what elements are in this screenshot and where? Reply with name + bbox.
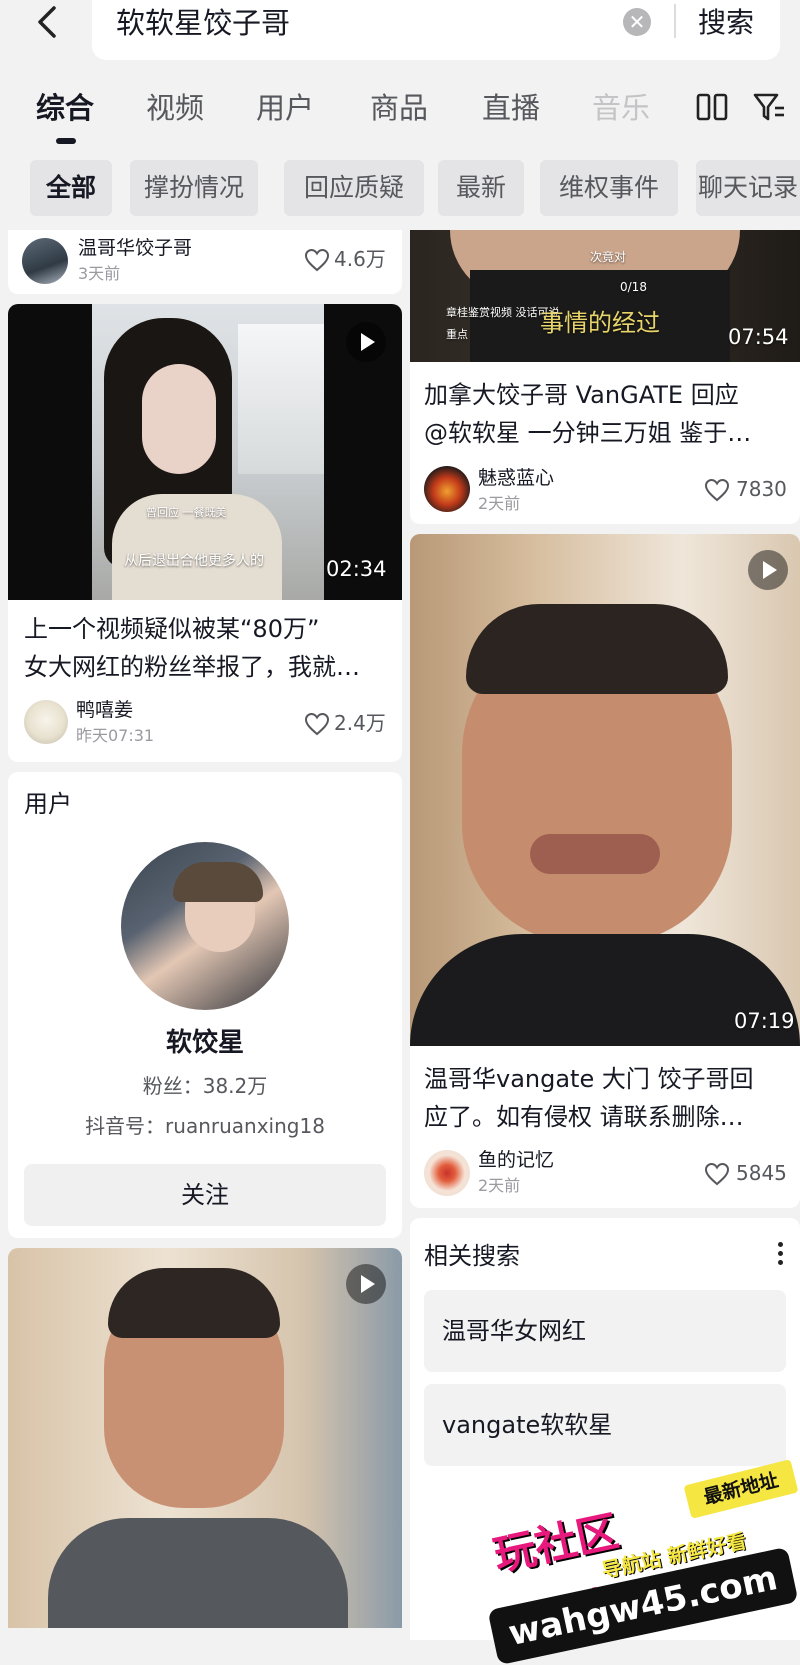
chip-1[interactable]: 回应质疑	[284, 160, 424, 216]
more-dots-icon[interactable]	[778, 1242, 783, 1269]
video-overlay-text: 事情的经过	[540, 309, 660, 337]
grid-view-icon[interactable]	[696, 92, 728, 122]
video-card[interactable]: 07:19 温哥华vangate 大门 饺子哥回 应了。如有侵权 请联系删除… …	[410, 534, 800, 1208]
search-button[interactable]: 搜索	[698, 2, 754, 44]
fans-count: 粉丝：38.2万	[142, 1074, 268, 1098]
chip-latest[interactable]: 最新	[438, 160, 524, 216]
video-thumbnail[interactable]	[8, 1248, 402, 1628]
video-title[interactable]: 加拿大饺子哥 VanGATE 回应	[424, 376, 739, 414]
like-count: 2.4万	[334, 711, 386, 735]
chip-2[interactable]: 维权事件	[540, 160, 678, 216]
video-title[interactable]: 应了。如有侵权 请联系删除…	[424, 1098, 744, 1136]
tab-live[interactable]: 直播	[482, 88, 540, 128]
section-label: 用户	[24, 790, 72, 818]
clear-icon[interactable]: ✕	[623, 8, 651, 36]
tab-goods[interactable]: 商品	[370, 88, 428, 128]
author-name[interactable]: 魅惑蓝心	[478, 466, 554, 490]
play-icon[interactable]	[748, 550, 788, 590]
author-name[interactable]: 鱼的记忆	[478, 1148, 554, 1172]
heart-icon[interactable]	[704, 478, 730, 502]
user-name[interactable]: 软饺星	[8, 1026, 402, 1060]
video-duration: 02:34	[326, 557, 387, 581]
related-search-title: 相关搜索	[424, 1242, 520, 1270]
avatar[interactable]	[121, 842, 289, 1010]
avatar[interactable]	[22, 238, 68, 284]
avatar[interactable]	[424, 1150, 470, 1196]
post-time: 3天前	[78, 264, 121, 283]
video-thumbnail[interactable]: 07:19	[410, 534, 800, 1046]
back-arrow-icon[interactable]	[28, 0, 72, 44]
avatar[interactable]	[424, 466, 470, 512]
tab-video[interactable]: 视频	[146, 88, 204, 128]
douyin-id: 抖音号：ruanruanxing18	[85, 1114, 325, 1138]
video-title[interactable]: @软软星 一分钟三万姐 鉴于…	[424, 414, 751, 452]
post-time: 2天前	[478, 494, 521, 513]
related-search-item[interactable]: 温哥华女网红	[424, 1290, 786, 1372]
user-card: 用户 软饺星 粉丝：38.2万 抖音号：ruanruanxing18 关注	[8, 772, 402, 1238]
video-overlay-text: 重点	[446, 328, 468, 341]
heart-icon[interactable]	[304, 712, 330, 736]
tab-music[interactable]: 音乐	[592, 88, 650, 128]
video-overlay-text: 曾回应 一餐既美	[146, 506, 227, 519]
play-icon[interactable]	[346, 1264, 386, 1304]
author-name[interactable]: 鸭嘻姜	[76, 698, 133, 722]
post-time: 昨天07:31	[76, 726, 155, 745]
tab-users[interactable]: 用户	[256, 88, 314, 128]
post-time: 2天前	[478, 1176, 521, 1195]
video-title[interactable]: 温哥华vangate 大门 饺子哥回	[424, 1060, 754, 1098]
video-thumbnail[interactable]: 次竟对 0/18 章桂鉴赏视频 没话可说 事情的经过 重点 07:54	[410, 230, 800, 362]
video-duration: 07:54	[728, 325, 789, 349]
search-divider	[674, 4, 676, 38]
video-overlay-text: 从后退出合他更多人的	[124, 553, 264, 569]
active-tab-indicator	[56, 138, 76, 144]
video-title[interactable]: 女大网红的粉丝举报了，我就…	[24, 648, 360, 686]
video-overlay-text: 0/18	[620, 280, 647, 294]
avatar[interactable]	[24, 700, 68, 744]
video-card[interactable]: 曾回应 一餐既美 从后退出合他更多人的 02:34 上一个视频疑似被某“80万”…	[8, 304, 402, 762]
chip-3[interactable]: 聊天记录	[696, 160, 800, 216]
like-count: 5845	[736, 1161, 787, 1185]
filter-icon[interactable]	[752, 90, 786, 124]
video-overlay-text: 次竟对	[590, 250, 627, 264]
like-count: 4.6万	[334, 247, 386, 271]
author-name[interactable]: 温哥华饺子哥	[78, 236, 192, 260]
video-card-partial[interactable]: 温哥华饺子哥 3天前 4.6万	[8, 230, 402, 294]
chip-all[interactable]: 全部	[30, 160, 112, 216]
video-thumbnail[interactable]: 曾回应 一餐既美 从后退出合他更多人的 02:34	[8, 304, 402, 600]
video-duration: 07:19	[734, 1009, 795, 1033]
watermark-logo: 最新地址 玩社区 导航站 新鲜好看 hgw10.com wahgw45.com	[487, 1459, 800, 1665]
video-card[interactable]	[8, 1248, 402, 1628]
play-icon[interactable]	[346, 322, 386, 362]
search-input[interactable]: 软软星饺子哥	[116, 2, 290, 44]
tab-comprehensive[interactable]: 综合	[36, 88, 94, 128]
heart-icon[interactable]	[704, 1162, 730, 1186]
like-count: 7830	[736, 477, 787, 501]
follow-button[interactable]: 关注	[24, 1164, 386, 1226]
video-title[interactable]: 上一个视频疑似被某“80万”	[24, 610, 319, 648]
video-card[interactable]: 次竟对 0/18 章桂鉴赏视频 没话可说 事情的经过 重点 07:54 加拿大饺…	[410, 230, 800, 524]
related-search-item[interactable]: vangate软软星	[424, 1384, 786, 1466]
heart-icon[interactable]	[304, 248, 330, 272]
chip-0[interactable]: 撑扮情况	[130, 160, 258, 216]
